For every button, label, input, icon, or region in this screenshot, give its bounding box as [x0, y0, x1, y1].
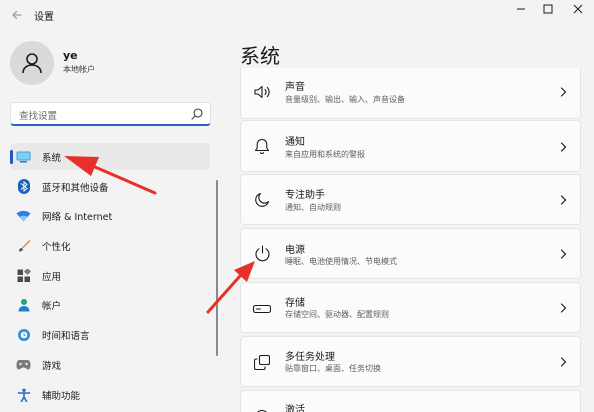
- speaker-icon: [253, 83, 271, 101]
- settings-card-multitasking[interactable]: 多任务处理 贴靠窗口、桌面、任务切换: [240, 336, 581, 387]
- page-title: 系统: [240, 44, 280, 68]
- sidebar-item-label: 个性化: [42, 242, 71, 253]
- card-title: 通知: [285, 137, 305, 148]
- sidebar-item-label: 时间和语言: [42, 331, 90, 342]
- sidebar-item-label: 辅助功能: [42, 391, 81, 402]
- user-icon: [22, 53, 42, 74]
- wifi-icon: [16, 208, 31, 223]
- storage-icon: [253, 300, 271, 318]
- sidebar-item-label: 网络 & Internet: [42, 212, 113, 223]
- sidebar-item-bluetooth[interactable]: 蓝牙和其他设备: [10, 173, 210, 200]
- sidebar-item-system[interactable]: 系统: [10, 143, 210, 170]
- sidebar-item-label: 系统: [42, 153, 62, 164]
- card-subtitle: 音量级别、输出、输入、声音设备: [285, 95, 405, 104]
- bell-icon: [253, 137, 271, 155]
- title-bar: 设置: [0, 0, 594, 30]
- globe-clock-icon: [16, 327, 31, 342]
- active-indicator: [10, 150, 13, 164]
- search-placeholder: 查找设置: [19, 111, 58, 122]
- person-icon: [16, 297, 31, 312]
- card-title: 存储: [285, 298, 305, 309]
- card-title: 专注助手: [285, 190, 325, 201]
- card-title: 声音: [285, 82, 305, 93]
- settings-card-activation[interactable]: 激活: [240, 390, 581, 412]
- brush-icon: [16, 238, 31, 253]
- card-subtitle: 来自应用和系统的警报: [285, 150, 365, 159]
- user-name: ye: [63, 49, 78, 62]
- sidebar-item-network[interactable]: 网络 & Internet: [10, 202, 210, 229]
- close-button[interactable]: [567, 2, 589, 16]
- chevron-right-icon: [560, 303, 567, 313]
- app-title: 设置: [34, 12, 54, 23]
- search-icon[interactable]: [190, 107, 204, 121]
- power-icon: [253, 244, 271, 262]
- sidebar-item-label: 游戏: [42, 361, 62, 372]
- chevron-right-icon: [560, 87, 567, 97]
- chevron-right-icon: [560, 357, 567, 367]
- account-type: 本地帐户: [63, 65, 95, 74]
- sidebar-item-label: 帐户: [42, 301, 62, 312]
- display-icon: [16, 149, 31, 164]
- maximize-button[interactable]: [537, 2, 559, 16]
- sidebar-item-apps[interactable]: 应用: [10, 262, 210, 289]
- sidebar-item-time-language[interactable]: 时间和语言: [10, 321, 210, 348]
- chevron-right-icon: [560, 195, 567, 205]
- card-subtitle: 通知、自动规则: [285, 203, 341, 212]
- sidebar-item-label: 蓝牙和其他设备: [42, 183, 109, 194]
- settings-card-power[interactable]: 电源 睡眠、电池使用情况、节电模式: [240, 228, 581, 279]
- settings-card-sound[interactable]: 声音 音量级别、输出、输入、声音设备: [240, 68, 581, 119]
- sidebar-scrollbar[interactable]: [216, 180, 218, 356]
- chevron-right-icon: [560, 142, 567, 152]
- apps-icon: [16, 268, 31, 283]
- sidebar-item-label: 应用: [42, 272, 62, 283]
- minimize-button[interactable]: [510, 2, 532, 16]
- card-subtitle: 贴靠窗口、桌面、任务切换: [285, 364, 381, 373]
- sidebar-item-gaming[interactable]: 游戏: [10, 351, 210, 378]
- bluetooth-icon: [16, 179, 31, 194]
- multitask-icon: [253, 353, 271, 371]
- card-title: 多任务处理: [285, 352, 335, 363]
- settings-card-focus-assist[interactable]: 专注助手 通知、自动规则: [240, 174, 581, 225]
- activation-icon: [253, 403, 271, 412]
- sidebar-item-personalization[interactable]: 个性化: [10, 232, 210, 259]
- settings-card-notifications[interactable]: 通知 来自应用和系统的警报: [240, 120, 581, 172]
- back-arrow-icon[interactable]: [8, 6, 26, 24]
- card-title: 电源: [285, 245, 305, 256]
- search-input[interactable]: 查找设置: [10, 102, 211, 126]
- sidebar-item-accessibility[interactable]: 辅助功能: [10, 381, 210, 408]
- card-subtitle: 睡眠、电池使用情况、节电模式: [285, 257, 397, 266]
- avatar[interactable]: [10, 41, 54, 85]
- card-title: 激活: [285, 405, 305, 412]
- gamepad-icon: [16, 357, 31, 372]
- sidebar-item-accounts[interactable]: 帐户: [10, 291, 210, 318]
- accessibility-icon: [16, 387, 31, 402]
- card-subtitle: 存储空间、驱动器、配置规则: [285, 310, 389, 319]
- chevron-right-icon: [560, 249, 567, 259]
- settings-card-storage[interactable]: 存储 存储空间、驱动器、配置规则: [240, 282, 581, 333]
- moon-icon: [253, 191, 271, 209]
